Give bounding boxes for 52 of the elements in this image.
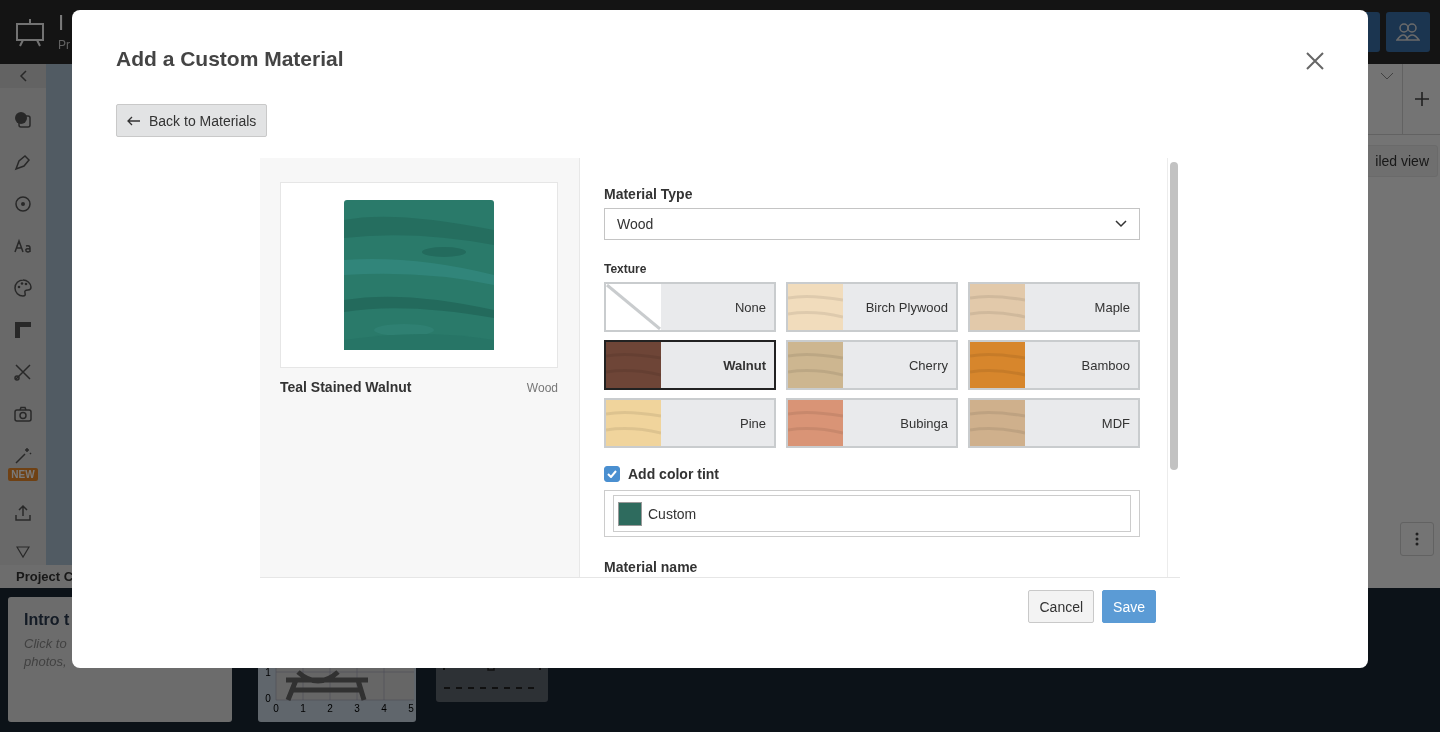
chevron-down-icon[interactable]: [1380, 72, 1394, 80]
people-button[interactable]: [1386, 12, 1430, 52]
texture-option[interactable]: Walnut: [604, 340, 776, 390]
new-badge: NEW: [8, 468, 38, 481]
tools-icon[interactable]: [13, 362, 33, 382]
texture-option[interactable]: Bubinga: [786, 398, 958, 448]
checkbox-label: Add color tint: [628, 466, 719, 482]
chevron-down-icon: [1115, 220, 1127, 228]
camera-icon[interactable]: [13, 404, 33, 424]
material-name: Teal Stained Walnut: [280, 379, 412, 395]
view-button[interactable]: iled view: [1366, 145, 1438, 177]
project-title: I: [58, 11, 66, 35]
kebab-icon: [1415, 532, 1419, 546]
pen-icon[interactable]: [13, 152, 33, 172]
collapse-icon[interactable]: [19, 70, 27, 82]
card-title: Intro t: [24, 611, 71, 629]
funnel-icon[interactable]: [16, 545, 30, 559]
field-label: Material name: [604, 559, 699, 575]
material-type: Wood: [526, 381, 558, 395]
checkbox[interactable]: [604, 466, 620, 482]
dialog-title: Add a Custom Material: [116, 46, 344, 72]
color-value: Custom: [648, 505, 697, 522]
texture-option[interactable]: Cherry: [786, 340, 958, 390]
texture-option[interactable]: Maple: [968, 282, 1140, 332]
magic-wand-icon[interactable]: [13, 446, 33, 466]
target-icon[interactable]: [13, 194, 33, 214]
texture-option[interactable]: Bamboo: [968, 340, 1140, 390]
texture-option[interactable]: Pine: [604, 398, 776, 448]
scrollbar[interactable]: [1170, 162, 1178, 470]
shapes-icon[interactable]: [13, 110, 33, 130]
texture-option[interactable]: None: [604, 282, 776, 332]
project-subtitle: Pr: [58, 37, 70, 53]
arrow-left-icon: [127, 115, 141, 126]
people-icon: [1396, 22, 1420, 42]
upload-icon[interactable]: [13, 503, 33, 523]
field-label: Texture: [604, 262, 648, 276]
checkmark-icon: [607, 470, 617, 478]
palette-icon[interactable]: [13, 278, 33, 298]
more-button[interactable]: [1400, 522, 1434, 556]
section-label: Project C: [16, 569, 74, 584]
cancel-button[interactable]: Cancel: [1028, 590, 1095, 623]
material-type-dropdown[interactable]: Wood: [604, 208, 1140, 240]
back-button[interactable]: Back to Materials: [116, 104, 268, 137]
plus-icon: [1414, 92, 1429, 106]
texture-option[interactable]: MDF: [968, 398, 1140, 448]
color-picker[interactable]: Custom: [604, 490, 1140, 537]
field-label: Material Type: [604, 186, 694, 202]
easel-icon[interactable]: [14, 16, 46, 48]
none-swatch-icon: [606, 284, 661, 330]
close-button[interactable]: [1304, 50, 1326, 72]
close-icon: [1304, 50, 1326, 72]
texture-option[interactable]: Birch Plywood: [786, 282, 958, 332]
